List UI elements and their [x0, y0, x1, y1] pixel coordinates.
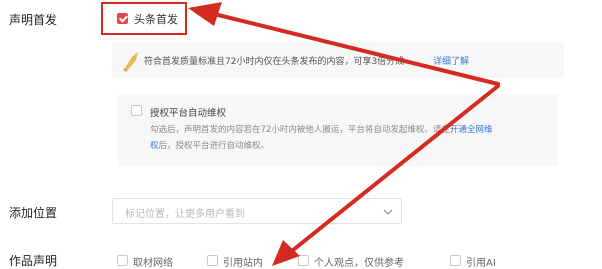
arrow-line-bottom	[286, 84, 500, 256]
annotation-arrows	[188, 2, 500, 266]
arrow-line-top	[204, 10, 500, 86]
arrow-head-top	[188, 2, 222, 26]
arrow-head-bottom	[272, 240, 300, 266]
